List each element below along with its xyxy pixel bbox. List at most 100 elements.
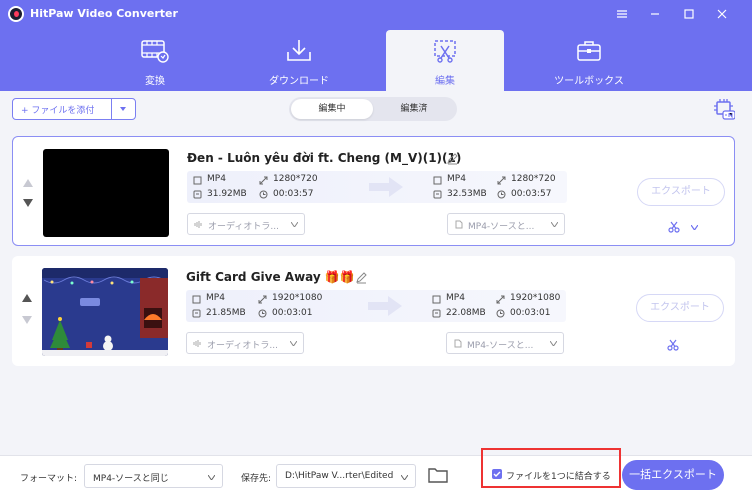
tab-edit-label: 編集 [435, 76, 455, 87]
file-card[interactable]: Đen - Luôn yêu đời ft. Cheng (M_V)(1)(1)… [12, 136, 735, 246]
media-info-band: MP4 1920*1080 21.85MB 00:03:01 MP4 1920*… [186, 290, 566, 322]
rename-pencil-icon[interactable] [355, 272, 367, 284]
clock-icon [258, 309, 267, 318]
download-tray-icon [287, 40, 311, 61]
christmas-scene-illustration [42, 268, 168, 356]
chevron-down-icon[interactable] [691, 225, 698, 230]
app-logo-icon [8, 6, 24, 22]
app-title: HitPaw Video Converter [30, 7, 178, 20]
scissors-icon[interactable] [668, 221, 680, 233]
move-down-icon[interactable] [23, 199, 33, 207]
format-label: フォーマット: [20, 474, 78, 484]
rename-pencil-icon[interactable] [446, 153, 458, 165]
segment-edited[interactable]: 編集済 [373, 99, 455, 119]
check-icon [493, 471, 501, 477]
toolbox-icon [577, 41, 601, 61]
output-duration: 00:03:57 [511, 189, 552, 199]
output-size: 32.53MB [447, 189, 487, 199]
audio-track-value: オーディオトラ... [208, 222, 279, 232]
add-file-button[interactable]: + ファイルを添付 [12, 98, 136, 120]
tab-download-label: ダウンロード [269, 76, 329, 87]
tab-convert[interactable]: 変換 [96, 30, 214, 91]
chevron-down-icon [208, 475, 215, 480]
source-format: MP4 [206, 293, 225, 303]
output-format-value: MP4-ソースと... [468, 222, 535, 232]
audio-track-value: オーディオトラ... [207, 341, 278, 351]
output-format-dropdown[interactable]: MP4-ソースと... [446, 332, 564, 354]
file-icon [455, 220, 463, 229]
tab-download[interactable]: ダウンロード [240, 30, 358, 91]
merge-files-checkbox[interactable] [492, 469, 502, 479]
output-size: 22.08MB [446, 308, 486, 318]
output-format-value: MP4-ソースと... [467, 341, 534, 351]
scrollbar[interactable] [744, 130, 748, 450]
edit-crop-icon [434, 40, 456, 63]
source-format: MP4 [207, 174, 226, 184]
add-file-label: + ファイルを添付 [21, 106, 95, 116]
tab-toolbox[interactable]: ツールボックス [530, 30, 648, 91]
clock-icon [259, 190, 268, 199]
chevron-down-icon [290, 341, 297, 346]
tab-convert-label: 変換 [145, 76, 165, 87]
tab-edit[interactable]: 編集 [386, 30, 504, 91]
output-duration: 00:03:01 [510, 308, 551, 318]
minimize-icon[interactable] [645, 5, 665, 23]
chevron-down-icon [551, 222, 558, 227]
file-size-icon [193, 190, 202, 199]
source-duration: 00:03:01 [272, 308, 313, 318]
audio-wave-icon [194, 221, 202, 228]
move-up-icon[interactable] [23, 179, 33, 187]
clock-icon [496, 309, 505, 318]
output-resolution: 1280*720 [511, 174, 556, 184]
resolution-icon [259, 176, 268, 185]
source-resolution: 1280*720 [273, 174, 318, 184]
segment-editing[interactable]: 編集中 [291, 99, 373, 119]
file-size-icon [192, 309, 201, 318]
scissors-icon[interactable] [667, 339, 679, 351]
add-file-divider [111, 99, 112, 119]
audio-track-dropdown[interactable]: オーディオトラ... [186, 332, 304, 354]
app-header: HitPaw Video Converter 変換 ダウンロード 編集 ツールボ… [0, 0, 752, 91]
maximize-icon[interactable] [679, 5, 699, 23]
chevron-down-icon [291, 222, 298, 227]
format-select-value: MP4-ソースと同じ [93, 474, 169, 484]
file-card[interactable]: Gift Card Give Away 🎁🎁 MP4 1920*1080 21.… [12, 256, 735, 366]
media-info-band: MP4 1280*720 31.92MB 00:03:57 MP4 1280*7… [187, 171, 567, 203]
resolution-icon [496, 295, 505, 304]
resolution-icon [497, 176, 506, 185]
merge-files-label[interactable]: ファイルを1つに結合する [506, 469, 611, 482]
move-down-icon[interactable] [22, 316, 32, 324]
source-size: 21.85MB [206, 308, 246, 318]
chevron-down-icon [401, 475, 408, 480]
source-duration: 00:03:57 [273, 189, 314, 199]
convert-arrow-icon [368, 296, 402, 316]
file-title: Gift Card Give Away 🎁🎁 [186, 270, 355, 284]
format-select[interactable]: MP4-ソースと同じ [84, 464, 223, 488]
close-icon[interactable] [712, 5, 732, 23]
hardware-acceleration-icon[interactable] [713, 98, 735, 120]
export-button[interactable]: エクスポート [637, 178, 725, 206]
tab-toolbox-label: ツールボックス [554, 76, 624, 87]
highlight-rectangle [481, 448, 621, 488]
save-location-select[interactable]: D:\HitPaw V...rter\Edited [276, 464, 416, 488]
save-location-value: D:\HitPaw V...rter\Edited [285, 471, 394, 481]
batch-export-button[interactable]: 一括エクスポート [622, 460, 724, 490]
chevron-down-icon[interactable] [119, 105, 127, 113]
folder-icon[interactable] [428, 467, 448, 483]
move-up-icon[interactable] [22, 294, 32, 302]
resolution-icon [258, 295, 267, 304]
format-icon [432, 295, 441, 304]
file-size-icon [433, 190, 442, 199]
file-title: Đen - Luôn yêu đời ft. Cheng (M_V)(1)(1) [187, 151, 462, 165]
file-icon [454, 339, 462, 348]
audio-track-dropdown[interactable]: オーディオトラ... [187, 213, 305, 235]
menu-icon[interactable] [612, 5, 632, 23]
video-thumbnail[interactable] [42, 268, 168, 356]
edit-status-segmented: 編集中 編集済 [289, 97, 457, 121]
export-button[interactable]: エクスポート [636, 294, 724, 322]
format-icon [433, 176, 442, 185]
output-format-dropdown[interactable]: MP4-ソースと... [447, 213, 565, 235]
video-thumbnail[interactable] [43, 149, 169, 237]
clock-icon [497, 190, 506, 199]
main-tabs: 変換 ダウンロード 編集 ツールボックス [36, 30, 742, 91]
